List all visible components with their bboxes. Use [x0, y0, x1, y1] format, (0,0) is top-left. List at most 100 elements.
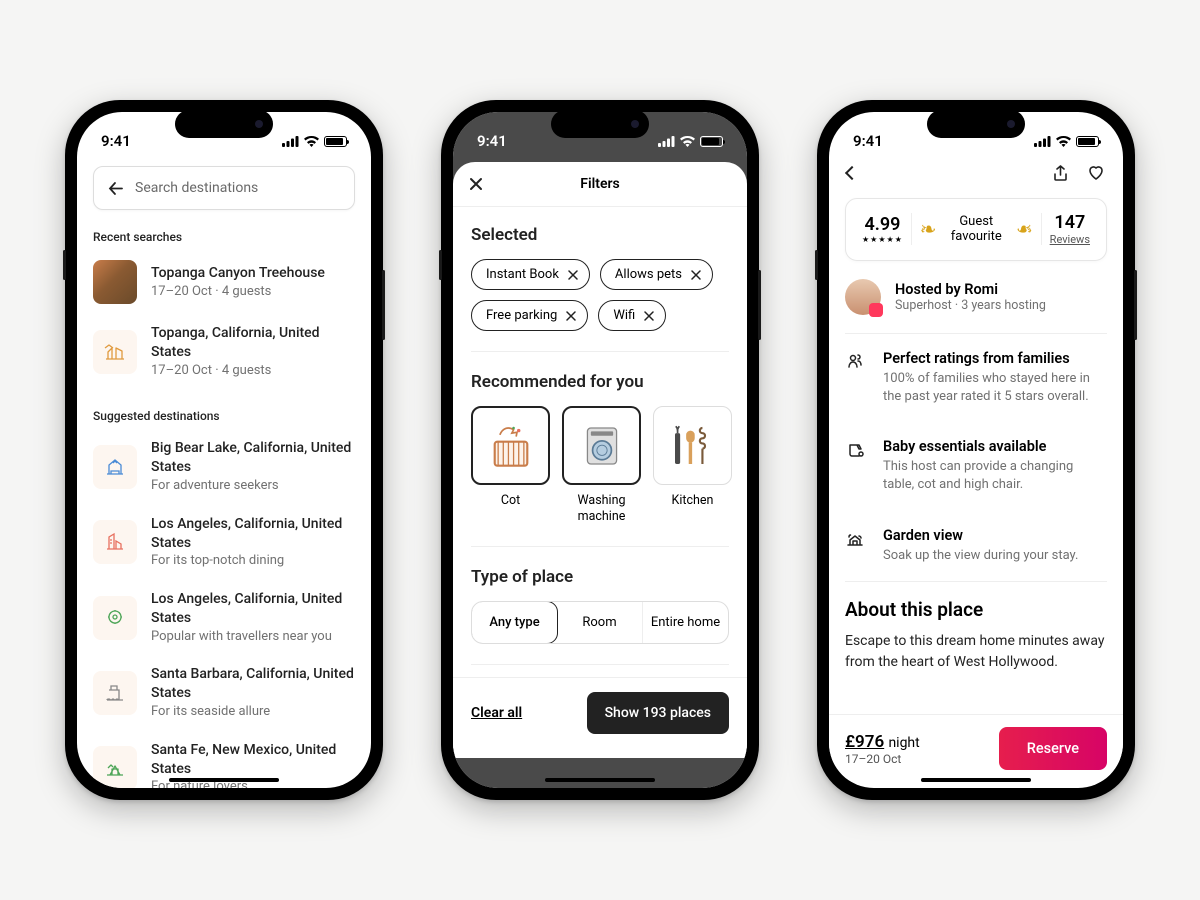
laurel-left-icon: ❧ [920, 217, 937, 241]
recommendation-item[interactable]: Washing machine [562, 406, 641, 526]
feature-title: Baby essentials available [883, 438, 1107, 455]
reserve-button[interactable]: Reserve [999, 727, 1107, 770]
feature-row: Baby essentials available This host can p… [829, 422, 1123, 510]
home-indicator[interactable] [921, 778, 1031, 782]
wifi-icon [1056, 136, 1071, 147]
signal-icon [1034, 136, 1051, 147]
recommendation-item[interactable]: Cot [471, 406, 550, 526]
filter-chip[interactable]: Wifi [598, 300, 666, 331]
type-segment: Any typeRoomEntire home [471, 601, 729, 644]
recommended-header: Recommended for you [471, 372, 729, 392]
search-input[interactable] [135, 180, 340, 196]
about-header: About this place [829, 582, 1123, 631]
battery-icon [1076, 136, 1099, 147]
clear-all-button[interactable]: Clear all [471, 705, 522, 721]
dynamic-island [927, 110, 1025, 138]
recommendation-item[interactable]: Kitchen [653, 406, 732, 526]
suggested-title: Santa Fe, New Mexico, United States [151, 741, 355, 779]
home-indicator[interactable] [545, 778, 655, 782]
filter-chip[interactable]: Allows pets [600, 259, 713, 290]
sheet-title: Filters [580, 176, 619, 192]
rating-card[interactable]: 4.99 ★★★★★ ❧ Guest favourite ❧ 147 Revie… [845, 198, 1107, 261]
heart-icon[interactable] [1087, 164, 1105, 182]
recent-item-subtitle: 17–20 Oct · 4 guests [151, 283, 325, 301]
type-option[interactable]: Any type [471, 601, 558, 644]
recommendation-label: Washing machine [562, 493, 641, 526]
suggested-subtitle: For adventure seekers [151, 477, 355, 495]
host-title: Hosted by Romi [895, 281, 1046, 298]
signal-icon [282, 136, 299, 147]
type-option[interactable]: Entire home [643, 602, 728, 643]
recommendation-label: Cot [471, 493, 550, 509]
feature-subtitle: Soak up the view during your stay. [883, 547, 1078, 565]
location-icon [93, 330, 137, 374]
suggested-title: Los Angeles, California, United States [151, 590, 355, 628]
listing-top-bar [829, 156, 1123, 192]
destination-icon [93, 520, 137, 564]
remove-chip-icon[interactable] [568, 270, 578, 280]
sheet-header: Filters [453, 162, 747, 207]
rating-value: 4.99 [862, 215, 903, 235]
suggested-item[interactable]: Big Bear Lake, California, United States… [77, 429, 371, 504]
battery-icon [700, 136, 723, 147]
share-icon[interactable] [1052, 165, 1069, 182]
feature-subtitle: 100% of families who stayed here in the … [883, 370, 1107, 406]
recommendation-label: Kitchen [653, 493, 732, 509]
status-time: 9:41 [477, 132, 507, 150]
remove-chip-icon[interactable] [691, 270, 701, 280]
recent-item-title: Topanga, California, United States [151, 324, 355, 362]
chip-label: Wifi [613, 308, 635, 323]
dynamic-island [551, 110, 649, 138]
battery-icon [324, 136, 347, 147]
search-input-container[interactable] [93, 166, 355, 210]
chip-label: Free parking [486, 308, 557, 323]
wifi-icon [304, 136, 319, 147]
recent-item[interactable]: Topanga Canyon Treehouse 17–20 Oct · 4 g… [77, 250, 371, 314]
close-icon[interactable] [469, 177, 483, 191]
back-arrow-icon[interactable] [108, 181, 123, 196]
suggested-item[interactable]: Santa Barbara, California, United States… [77, 655, 371, 730]
status-time: 9:41 [853, 132, 883, 150]
chip-label: Allows pets [615, 267, 682, 282]
dates: 17–20 Oct [845, 752, 920, 766]
home-indicator[interactable] [169, 778, 279, 782]
destination-icon [93, 596, 137, 640]
suggested-item[interactable]: Los Angeles, California, United StatesPo… [77, 580, 371, 655]
guest-favourite-label: Guest favourite [941, 214, 1011, 245]
divider [471, 664, 729, 665]
recent-item[interactable]: Topanga, California, United States 17–20… [77, 314, 371, 389]
destination-icon [93, 671, 137, 715]
back-chevron-icon[interactable] [845, 166, 859, 180]
divider [471, 351, 729, 352]
phone-listing: 9:41 4.99 ★★★★★ ❧ Guest favourite ❧ [817, 100, 1135, 800]
suggested-item[interactable]: Los Angeles, California, United StatesFo… [77, 505, 371, 580]
booking-footer: £976 night 17–20 Oct Reserve [829, 714, 1123, 782]
rating-stars-icon: ★★★★★ [862, 235, 903, 244]
feature-icon [845, 350, 867, 406]
feature-icon [845, 438, 867, 494]
recommendation-tile [653, 406, 732, 485]
reviews-count: 147 [1050, 213, 1090, 233]
host-row[interactable]: Hosted by Romi Superhost · 3 years hosti… [829, 279, 1123, 333]
filter-chip[interactable]: Free parking [471, 300, 588, 331]
type-option[interactable]: Room [557, 602, 643, 643]
filters-sheet: Filters Selected Instant BookAllows pets… [453, 162, 747, 758]
sheet-footer: Clear all Show 193 places [453, 677, 747, 748]
host-avatar [845, 279, 881, 315]
show-results-button[interactable]: Show 193 places [587, 692, 729, 734]
reviews-label[interactable]: Reviews [1050, 233, 1090, 246]
price[interactable]: £976 night [845, 732, 920, 752]
remove-chip-icon[interactable] [566, 311, 576, 321]
listing-thumbnail [93, 260, 137, 304]
chip-label: Instant Book [486, 267, 559, 282]
filter-chip[interactable]: Instant Book [471, 259, 590, 290]
type-header: Type of place [471, 567, 729, 587]
recent-searches-header: Recent searches [77, 210, 371, 250]
host-subtitle: Superhost · 3 years hosting [895, 298, 1046, 313]
suggested-title: Los Angeles, California, United States [151, 515, 355, 553]
feature-subtitle: This host can provide a changing table, … [883, 458, 1107, 494]
remove-chip-icon[interactable] [644, 311, 654, 321]
feature-icon [845, 527, 867, 565]
destination-icon [93, 445, 137, 489]
superhost-badge-icon [869, 303, 883, 317]
